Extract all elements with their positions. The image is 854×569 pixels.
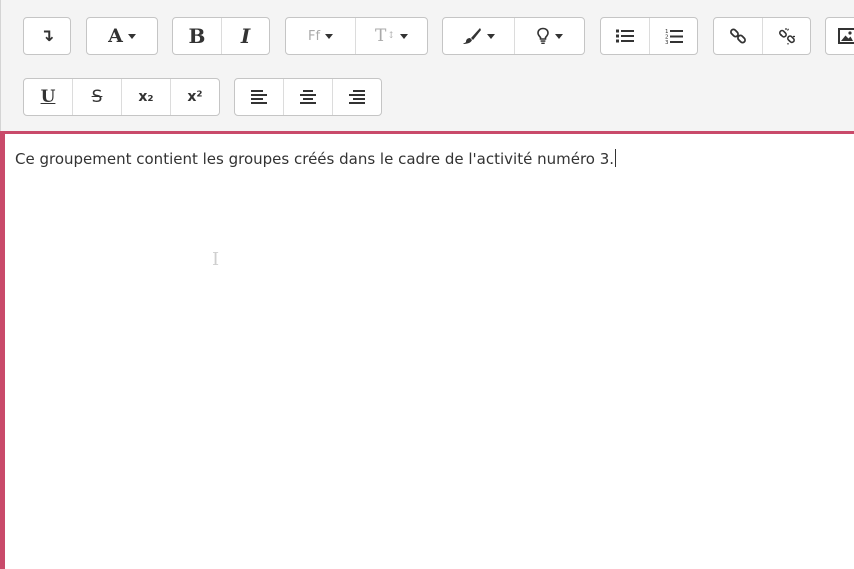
list-group: 1 2 3: [600, 17, 698, 55]
subscript-button[interactable]: x₂: [122, 79, 171, 115]
underline-label: U: [40, 87, 56, 107]
chevron-down-icon: [127, 33, 136, 39]
strikethrough-label: S: [91, 87, 103, 107]
chevron-down-icon: [399, 33, 408, 39]
superscript-button[interactable]: x²: [171, 79, 219, 115]
font-size-label: T: [375, 26, 387, 46]
alignment-group: [234, 78, 382, 116]
lightbulb-icon: [536, 27, 550, 45]
align-left-icon: [251, 90, 267, 104]
align-right-icon: [349, 90, 365, 104]
text-decoration-group: U S x₂ x²: [23, 78, 220, 116]
unlink-icon: [778, 27, 796, 45]
font-family-button[interactable]: Ff: [286, 18, 356, 54]
paint-brush-button[interactable]: [443, 18, 515, 54]
chevron-down-icon: [325, 33, 334, 39]
ordered-list-button[interactable]: 1 2 3: [650, 18, 697, 54]
strikethrough-button[interactable]: S: [73, 79, 122, 115]
align-center-icon: [300, 90, 316, 104]
image-icon: [838, 28, 854, 44]
unordered-list-button[interactable]: [601, 18, 650, 54]
link-icon: [729, 27, 747, 45]
font-family-label: Ff: [307, 28, 321, 44]
link-button[interactable]: [714, 18, 763, 54]
unordered-list-icon: [616, 29, 634, 43]
collapse-icon: ↴: [39, 26, 55, 46]
font-group: Ff T ↕: [285, 17, 428, 55]
style-group: [442, 17, 585, 55]
svg-text:3: 3: [665, 40, 669, 44]
editor-text-content: Ce groupement contient les groupes créés…: [15, 150, 615, 168]
size-arrows-icon: ↕: [387, 31, 395, 41]
subscript-label: x₂: [138, 89, 154, 105]
italic-label: I: [240, 24, 251, 48]
lightbulb-button[interactable]: [515, 18, 584, 54]
superscript-label: x²: [187, 89, 203, 105]
collapse-toolbar-button[interactable]: ↴: [24, 18, 70, 54]
chevron-down-icon: [487, 33, 495, 39]
font-color-label: A: [108, 25, 123, 47]
editor-content-area[interactable]: Ce groupement contient les groupes créés…: [0, 131, 854, 569]
editor-toolbar: ↴ A B I Ff T ↕ 1 2 3 U S x₂ x²: [0, 0, 854, 131]
text-style-group: B I: [172, 17, 270, 55]
link-group: [713, 17, 811, 55]
unlink-button[interactable]: [763, 18, 810, 54]
collapse-group: ↴: [23, 17, 71, 55]
font-color-button[interactable]: A: [87, 18, 157, 54]
mouse-ibeam-cursor-icon: I: [212, 249, 220, 270]
chevron-down-icon: [555, 33, 563, 39]
align-left-button[interactable]: [235, 79, 284, 115]
font-size-button[interactable]: T ↕: [356, 18, 427, 54]
bold-label: B: [188, 24, 206, 48]
align-center-button[interactable]: [284, 79, 333, 115]
italic-button[interactable]: I: [222, 18, 269, 54]
font-color-group: A: [86, 17, 158, 55]
ordered-list-icon: 1 2 3: [665, 28, 683, 44]
align-right-button[interactable]: [333, 79, 381, 115]
paintbrush-icon: [462, 27, 482, 45]
bold-button[interactable]: B: [173, 18, 222, 54]
text-editor: ↴ A B I Ff T ↕ 1 2 3 U S x₂ x² Ce groupe…: [0, 0, 854, 569]
editor-text[interactable]: Ce groupement contient les groupes créés…: [15, 149, 617, 168]
image-button[interactable]: [826, 18, 854, 54]
media-group: [825, 17, 854, 55]
text-cursor: [615, 149, 617, 167]
underline-button[interactable]: U: [24, 79, 73, 115]
